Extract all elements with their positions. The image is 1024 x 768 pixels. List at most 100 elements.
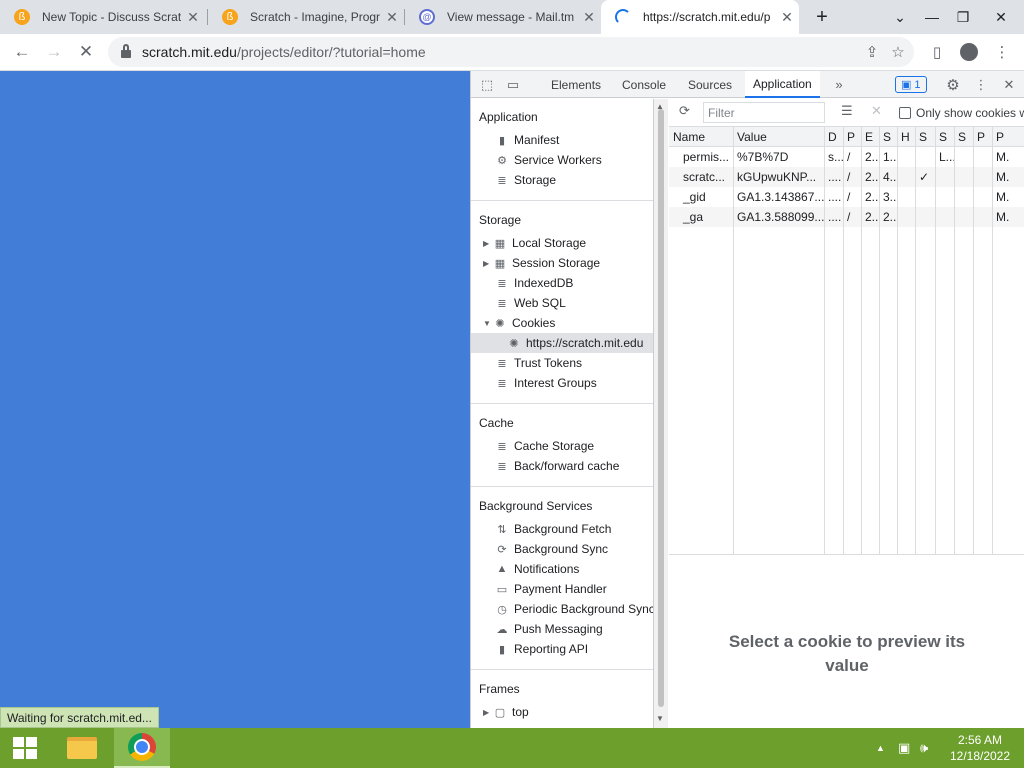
- sidebar-item-push-messaging[interactable]: ☁ Push Messaging: [495, 619, 603, 639]
- filter-input[interactable]: Filter: [703, 102, 825, 123]
- page-content[interactable]: [0, 71, 470, 728]
- refresh-icon[interactable]: ⟳: [679, 103, 690, 119]
- table-row[interactable]: permis... %7B%7D s... / 2... 1... L... M.: [669, 147, 1024, 167]
- sidebar-item-session-storage[interactable]: ▶ ▦ Session Storage: [483, 253, 600, 273]
- close-icon[interactable]: ✕: [577, 9, 601, 26]
- table-row[interactable]: scratc... kGUpwuKNP....... / 2... 4... ✓ M.: [669, 167, 1024, 187]
- column-divider[interactable]: [992, 127, 993, 554]
- column-header[interactable]: P: [843, 127, 861, 147]
- close-icon[interactable]: ✕: [775, 9, 799, 26]
- devtools-menu-icon[interactable]: ⋮: [971, 71, 991, 98]
- sidebar-item-local-storage[interactable]: ▶ ▦ Local Storage: [483, 233, 586, 253]
- column-header[interactable]: E: [861, 127, 879, 147]
- sidebar-item-cookie-origin[interactable]: ✺ https://scratch.mit.edu: [471, 333, 653, 353]
- devtools-tab-application[interactable]: Application: [745, 71, 820, 98]
- sidebar-item-interest-groups[interactable]: ≣ Interest Groups: [495, 373, 596, 393]
- only-show-issues-checkbox[interactable]: [899, 107, 911, 119]
- delete-selected-icon[interactable]: ✕: [871, 103, 882, 119]
- sidebar-item-service-workers[interactable]: ⚙ Service Workers: [495, 150, 602, 170]
- restore-button[interactable]: ❐: [948, 0, 978, 34]
- close-icon[interactable]: ✕: [181, 9, 205, 26]
- sidebar-item-web-sql[interactable]: ≣ Web SQL: [495, 293, 565, 313]
- table-row[interactable]: _gid GA1.3.143867....... / 2... 3... M.: [669, 187, 1024, 207]
- new-tab-button[interactable]: +: [808, 0, 836, 34]
- column-header[interactable]: P: [973, 127, 992, 147]
- column-divider[interactable]: [954, 127, 955, 554]
- sidebar-item-indexeddb[interactable]: ≣ IndexedDB: [495, 273, 573, 293]
- side-panel-icon[interactable]: ▯: [925, 40, 949, 64]
- close-icon[interactable]: ✕: [380, 9, 404, 26]
- column-divider[interactable]: [879, 127, 880, 554]
- browser-tab-3[interactable]: @ View message - Mail.tm ✕: [405, 0, 601, 34]
- device-toolbar-icon[interactable]: ▭: [503, 71, 523, 98]
- lock-icon[interactable]: [121, 44, 131, 58]
- column-divider[interactable]: [973, 127, 974, 554]
- bookmark-star-icon[interactable]: ☆: [886, 40, 910, 64]
- browser-tab-active[interactable]: https://scratch.mit.edu/p ✕: [601, 0, 799, 34]
- volume-icon[interactable]: 🕪: [920, 728, 928, 768]
- browser-tab-1[interactable]: ß New Topic - Discuss Scrat ✕: [0, 0, 205, 34]
- profile-avatar[interactable]: [957, 40, 981, 64]
- column-header[interactable]: Name: [669, 127, 733, 147]
- column-divider[interactable]: [843, 127, 844, 554]
- column-divider[interactable]: [897, 127, 898, 554]
- column-divider[interactable]: [861, 127, 862, 554]
- sidebar-item-notifications[interactable]: ▲ Notifications: [495, 559, 580, 579]
- devtools-close-icon[interactable]: ✕: [999, 71, 1019, 98]
- column-header[interactable]: D: [824, 127, 843, 147]
- column-header[interactable]: S: [879, 127, 897, 147]
- chrome-taskbar-button[interactable]: [114, 728, 170, 768]
- column-divider[interactable]: [935, 127, 936, 554]
- address-bar[interactable]: scratch.mit.edu/projects/editor/?tutoria…: [108, 37, 914, 67]
- forward-button[interactable]: →: [40, 38, 68, 66]
- scroll-down-arrow-icon[interactable]: ▼: [656, 714, 664, 723]
- expand-arrow-icon[interactable]: ▶: [483, 259, 493, 268]
- tab-search-icon[interactable]: ⌄: [888, 0, 912, 34]
- column-header[interactable]: Value: [733, 127, 824, 147]
- sidebar-item-manifest[interactable]: ▮ Manifest: [495, 130, 559, 150]
- expand-arrow-icon[interactable]: ▶: [483, 708, 493, 717]
- sidebar-item-background-fetch[interactable]: ⇅ Background Fetch: [495, 519, 611, 539]
- sidebar-item-cache-storage[interactable]: ≣ Cache Storage: [495, 436, 594, 456]
- column-header[interactable]: S: [915, 127, 935, 147]
- issues-badge[interactable]: ▣ 1: [895, 76, 927, 93]
- sidebar-item-bfcache[interactable]: ≣ Back/forward cache: [495, 456, 619, 476]
- settings-gear-icon[interactable]: ⚙: [943, 71, 963, 98]
- sidebar-item-background-sync[interactable]: ⟳ Background Sync: [495, 539, 608, 559]
- expand-arrow-icon[interactable]: ▶: [483, 239, 493, 248]
- column-divider[interactable]: [915, 127, 916, 554]
- system-clock[interactable]: 2:56 AM 12/18/2022: [936, 732, 1024, 764]
- devtools-tab-console[interactable]: Console: [622, 71, 666, 98]
- back-button[interactable]: ←: [8, 38, 36, 66]
- file-explorer-button[interactable]: [54, 728, 110, 768]
- url-text[interactable]: scratch.mit.edu/projects/editor/?tutoria…: [142, 44, 426, 60]
- column-header[interactable]: S: [935, 127, 954, 147]
- more-tabs-icon[interactable]: »: [831, 71, 847, 98]
- column-header[interactable]: P: [992, 127, 1024, 147]
- sidebar-item-payment-handler[interactable]: ▭ Payment Handler: [495, 579, 607, 599]
- sidebar-item-periodic-background-sync[interactable]: ◷ Periodic Background Sync: [495, 599, 653, 619]
- column-divider[interactable]: [824, 127, 825, 554]
- sidebar-item-frame-top[interactable]: ▶ ▢ top: [483, 702, 529, 722]
- browser-tab-2[interactable]: ß Scratch - Imagine, Progra ✕: [208, 0, 404, 34]
- table-row[interactable]: _ga GA1.3.588099....... / 2... 2... M.: [669, 207, 1024, 227]
- stop-loading-button[interactable]: ✕: [72, 38, 100, 66]
- sidebar-item-cookies[interactable]: ▼ ✺ Cookies: [483, 313, 555, 333]
- sidebar-item-trust-tokens[interactable]: ≣ Trust Tokens: [495, 353, 582, 373]
- devtools-tab-elements[interactable]: Elements: [551, 71, 601, 98]
- network-icon[interactable]: ▣: [898, 728, 910, 768]
- column-header[interactable]: S: [954, 127, 973, 147]
- minimize-button[interactable]: —: [916, 0, 948, 34]
- start-button[interactable]: [0, 728, 50, 768]
- devtools-tab-sources[interactable]: Sources: [688, 71, 732, 98]
- sidebar-item-reporting-api[interactable]: ▮ Reporting API: [495, 639, 588, 659]
- menu-icon[interactable]: ⋮: [990, 40, 1014, 64]
- column-divider[interactable]: [733, 127, 734, 554]
- window-close-button[interactable]: ✕: [978, 0, 1024, 34]
- sidebar-item-storage[interactable]: ≣ Storage: [495, 170, 556, 190]
- share-icon[interactable]: ⇪: [860, 40, 884, 64]
- clear-filtered-icon[interactable]: ☰: [841, 103, 853, 119]
- tray-overflow-icon[interactable]: ▲: [876, 728, 885, 768]
- column-header[interactable]: H: [897, 127, 915, 147]
- inspect-element-icon[interactable]: ⬚: [477, 71, 497, 98]
